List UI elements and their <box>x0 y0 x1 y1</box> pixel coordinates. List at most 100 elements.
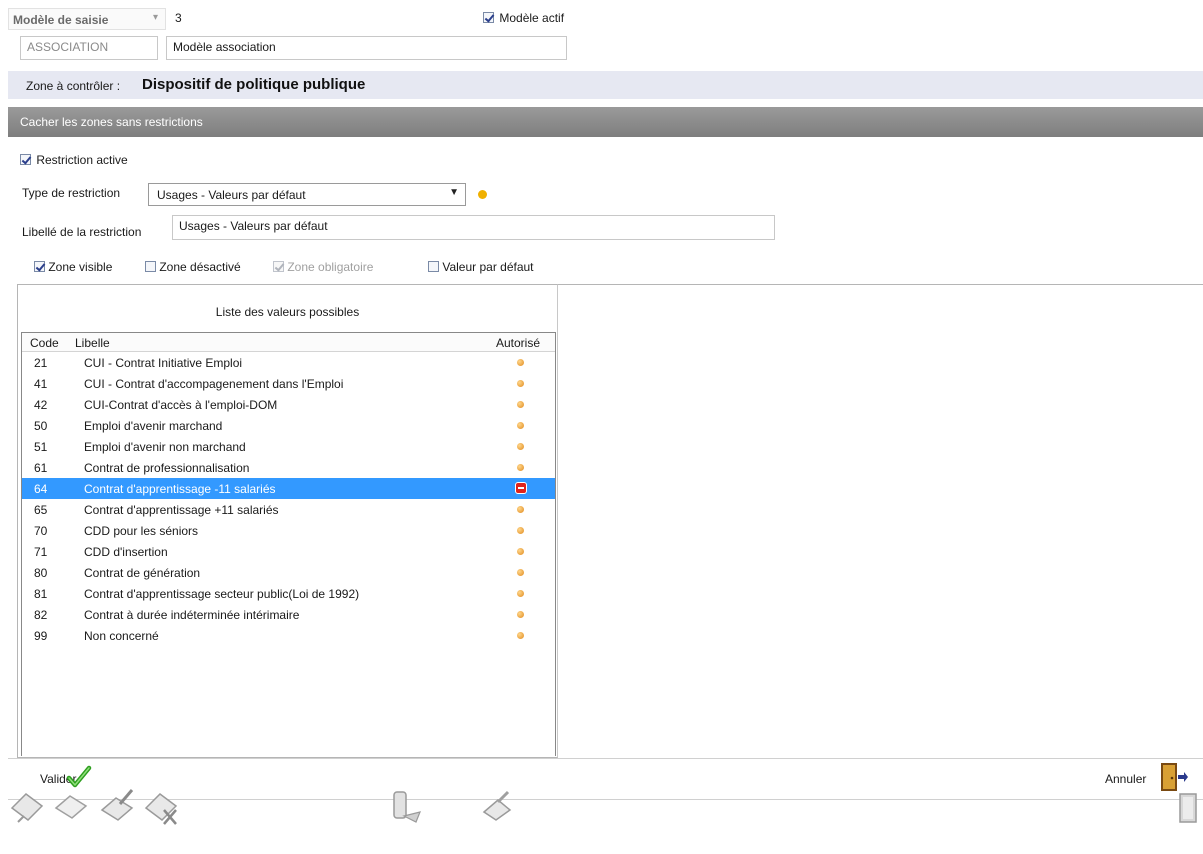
zone-value: Dispositif de politique publique <box>142 76 366 93</box>
header-autorise[interactable]: Autorisé <box>496 336 540 350</box>
list-item-libelle: Emploi d'avenir marchand <box>84 419 223 433</box>
footer-bar <box>8 758 1203 800</box>
restriction-libelle-value: Usages - Valeurs par défaut <box>179 219 328 233</box>
list-item[interactable]: 21 CUI - Contrat Initiative Emploi <box>22 352 555 373</box>
list-item-libelle: Contrat d'apprentissage secteur public(L… <box>84 587 360 601</box>
list-item[interactable]: 65 Contrat d'apprentissage +11 salariés <box>22 499 555 520</box>
zone-desactive-label: Zone désactivé <box>159 259 241 274</box>
zone-label: Zone à contrôler : <box>26 79 121 93</box>
checkbox-icon <box>483 12 494 24</box>
model-code-field[interactable]: ASSOCIATION <box>20 36 158 60</box>
allowed-dot-icon[interactable] <box>517 548 524 555</box>
user-stamp-icon[interactable] <box>388 786 426 826</box>
header-libelle[interactable]: Libelle <box>75 336 110 350</box>
detail-panel <box>558 284 1203 758</box>
list-item[interactable]: 51 Emploi d'avenir non marchand <box>22 436 555 457</box>
restriction-libelle-label: Libellé de la restriction <box>22 225 142 239</box>
header-code[interactable]: Code <box>30 336 59 350</box>
edit-tag-icon[interactable] <box>8 786 46 826</box>
allowed-dot-icon[interactable] <box>517 527 524 534</box>
list-item[interactable]: 42 CUI-Contrat d'accès à l'emploi-DOM <box>22 394 555 415</box>
eraser-icon[interactable] <box>478 786 516 826</box>
list-item-code: 21 <box>34 356 48 370</box>
list-item[interactable]: 64 Contrat d'apprentissage -11 salariés <box>22 478 555 499</box>
list-item[interactable]: 81 Contrat d'apprentissage secteur public… <box>22 583 555 604</box>
tag-delete-icon[interactable] <box>142 786 180 826</box>
valeur-defaut-checkbox[interactable]: Valeur par défaut <box>428 259 534 274</box>
zone-obligatoire-checkbox[interactable]: Zone obligatoire <box>273 259 373 274</box>
not-allowed-icon[interactable] <box>515 482 527 494</box>
restriction-type-value: Usages - Valeurs par défaut <box>157 188 306 202</box>
restriction-active-checkbox[interactable]: Restriction active <box>20 152 128 167</box>
list-item-code: 41 <box>34 377 48 391</box>
allowed-dot-icon[interactable] <box>517 611 524 618</box>
list-item-code: 51 <box>34 440 48 454</box>
list-item-code: 81 <box>34 587 48 601</box>
list-item-libelle: CDD d'insertion <box>84 545 168 559</box>
model-selector[interactable]: Modèle de saisie ▾ <box>8 8 166 30</box>
list-item-code: 61 <box>34 461 48 475</box>
model-name-field[interactable]: Modèle association <box>166 36 567 60</box>
list-item-libelle: Contrat de génération <box>84 566 201 580</box>
model-active-label: Modèle actif <box>499 10 565 25</box>
list-item-code: 65 <box>34 503 48 517</box>
status-dot-icon <box>478 190 487 199</box>
list-item-libelle: Contrat à durée indéterminée intérimaire <box>84 608 300 622</box>
restriction-type-select[interactable]: Usages - Valeurs par défaut ▼ <box>148 183 466 206</box>
restriction-type-label: Type de restriction <box>22 186 121 200</box>
tag-pen-icon[interactable] <box>98 786 136 826</box>
restriction-libelle-field[interactable]: Usages - Valeurs par défaut <box>172 215 775 240</box>
allowed-dot-icon[interactable] <box>517 506 524 513</box>
allowed-dot-icon[interactable] <box>517 422 524 429</box>
list-item-libelle: Non concerné <box>84 629 159 643</box>
list-item[interactable]: 61 Contrat de professionnalisation <box>22 457 555 478</box>
allowed-dot-icon[interactable] <box>517 632 524 639</box>
model-code-value: ASSOCIATION <box>27 40 109 54</box>
zone-obligatoire-label: Zone obligatoire <box>287 259 374 274</box>
checkbox-icon <box>145 261 156 273</box>
zone-visible-checkbox[interactable]: Zone visible <box>34 259 112 274</box>
allowed-dot-icon[interactable] <box>517 359 524 366</box>
list-item-libelle: Contrat d'apprentissage -11 salariés <box>84 482 276 496</box>
dropdown-arrow-icon: ▼ <box>449 187 459 198</box>
values-panel-title: Liste des valeurs possibles <box>215 305 360 319</box>
allowed-dot-icon[interactable] <box>517 443 524 450</box>
list-item-code: 50 <box>34 419 48 433</box>
list-item-code: 71 <box>34 545 48 559</box>
list-item[interactable]: 71 CDD d'insertion <box>22 541 555 562</box>
list-item[interactable]: 99 Non concerné <box>22 625 555 646</box>
allowed-dot-icon[interactable] <box>517 380 524 387</box>
valeur-defaut-label: Valeur par défaut <box>442 259 534 274</box>
values-panel: Liste des valeurs possibles Code Libelle… <box>17 284 558 758</box>
list-item-code: 64 <box>34 482 48 496</box>
chevron-down-icon[interactable]: ▾ <box>153 12 158 23</box>
hide-zones-label: Cacher les zones sans restrictions <box>20 115 203 129</box>
checkbox-icon <box>428 261 439 273</box>
list-item-code: 80 <box>34 566 48 580</box>
model-number: 3 <box>175 11 182 25</box>
allowed-dot-icon[interactable] <box>517 464 524 471</box>
model-selector-label: Modèle de saisie <box>13 13 109 27</box>
checkbox-icon <box>34 261 45 273</box>
hide-zones-bar[interactable]: Cacher les zones sans restrictions <box>8 107 1203 137</box>
checkbox-icon <box>273 261 284 273</box>
list-item[interactable]: 80 Contrat de génération <box>22 562 555 583</box>
list-item-code: 70 <box>34 524 48 538</box>
allowed-dot-icon[interactable] <box>517 590 524 597</box>
list-item[interactable]: 70 CDD pour les séniors <box>22 520 555 541</box>
tag-icon[interactable] <box>52 786 90 826</box>
list-item[interactable]: 50 Emploi d'avenir marchand <box>22 415 555 436</box>
zone-visible-label: Zone visible <box>48 259 113 274</box>
list-item-libelle: Contrat de professionnalisation <box>84 461 250 475</box>
values-list[interactable]: Code Libelle Autorisé 21 CUI - Contrat In… <box>21 332 556 756</box>
zone-bar: Zone à contrôler : Dispositif de politiq… <box>8 71 1203 99</box>
list-item-libelle: CUI - Contrat d'accompagenement dans l'E… <box>84 377 344 391</box>
allowed-dot-icon[interactable] <box>517 569 524 576</box>
list-item-libelle: CDD pour les séniors <box>84 524 199 538</box>
model-active-checkbox[interactable]: Modèle actif <box>483 10 564 25</box>
zone-desactive-checkbox[interactable]: Zone désactivé <box>145 259 241 274</box>
list-item[interactable]: 41 CUI - Contrat d'accompagenement dans l… <box>22 373 555 394</box>
allowed-dot-icon[interactable] <box>517 401 524 408</box>
list-item[interactable]: 82 Contrat à durée indéterminée intérimai… <box>22 604 555 625</box>
exit-door-grey-icon[interactable] <box>1176 786 1202 826</box>
